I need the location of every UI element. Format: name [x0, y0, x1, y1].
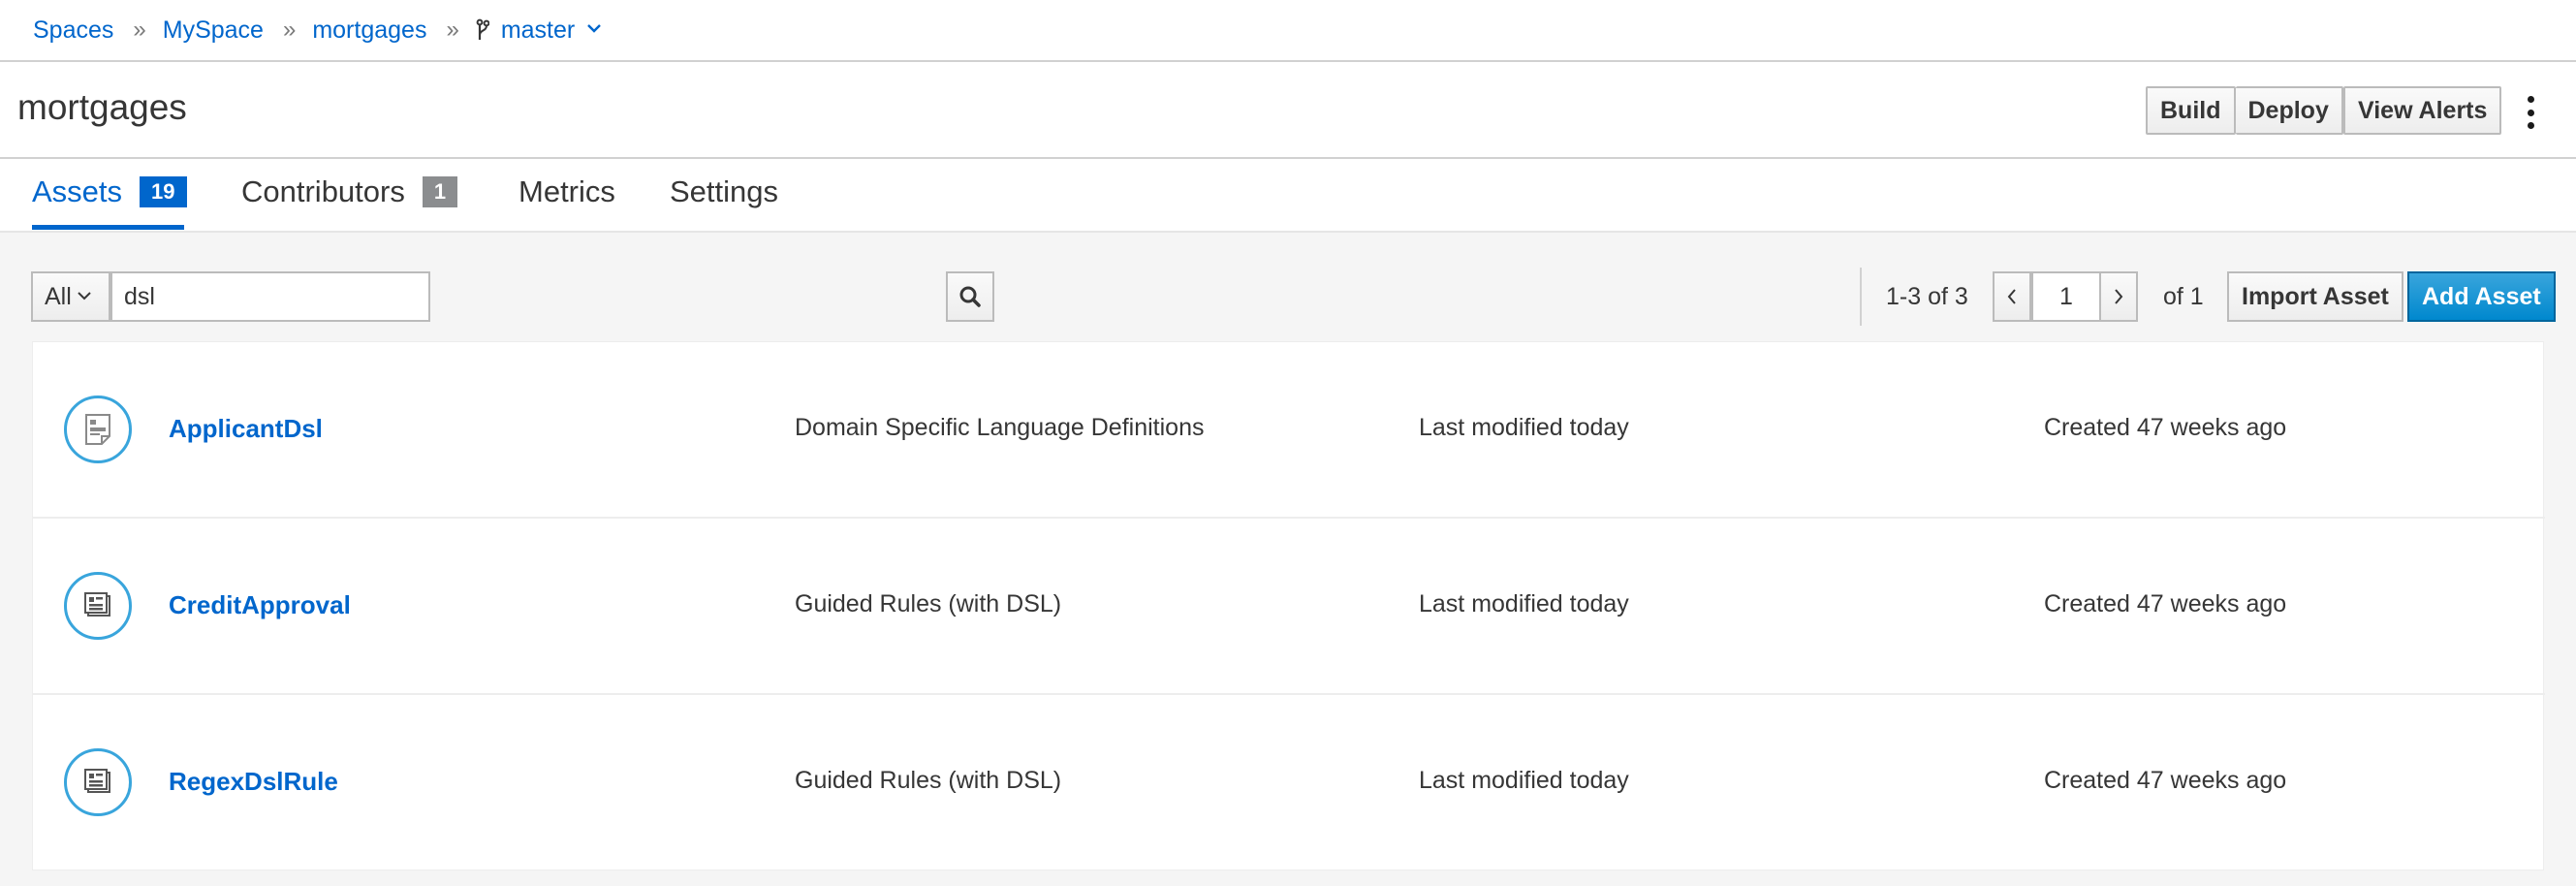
build-button[interactable]: Build: [2146, 86, 2236, 135]
asset-name-link[interactable]: ApplicantDsl: [169, 414, 323, 444]
page-total: of 1: [2163, 283, 2204, 310]
tab-contributors[interactable]: Contributors 1: [241, 174, 458, 209]
chevron-right-icon: [2115, 289, 2123, 304]
tab-metrics[interactable]: Metrics: [518, 174, 615, 209]
tab-label: Metrics: [518, 174, 615, 208]
branch-selector[interactable]: master: [476, 16, 602, 45]
asset-type: Guided Rules (with DSL): [795, 590, 1062, 617]
breadcrumb-separator-icon: »: [446, 16, 458, 43]
guided-rule-icon: [64, 572, 132, 640]
next-page-button[interactable]: [2099, 271, 2138, 322]
breadcrumb-separator-icon: »: [133, 16, 145, 43]
guided-rule-icon: [64, 748, 132, 816]
tab-label: Settings: [670, 174, 779, 208]
prev-page-button[interactable]: [1993, 271, 2031, 322]
breadcrumb-spaces[interactable]: Spaces: [33, 16, 113, 45]
asset-created: Created 47 weeks ago: [2044, 414, 2287, 441]
asset-modified: Last modified today: [1419, 767, 1629, 794]
chevron-down-icon: [78, 292, 91, 301]
build-deploy-group: Build Deploy: [2146, 86, 2343, 135]
search-input[interactable]: dsl: [110, 271, 430, 322]
asset-name-link[interactable]: RegexDslRule: [169, 767, 338, 797]
branch-name: master: [500, 16, 576, 44]
tab-settings[interactable]: Settings: [670, 174, 778, 209]
alerts-group: View Alerts: [2343, 86, 2502, 135]
tab-label: Assets: [32, 174, 123, 208]
breadcrumb: Spaces » MySpace » mortgages » master: [0, 0, 2576, 62]
active-tab-indicator: [32, 225, 184, 230]
tab-label: Contributors: [241, 174, 405, 208]
contributors-count-badge: 1: [422, 176, 458, 207]
view-alerts-button[interactable]: View Alerts: [2343, 86, 2502, 135]
breadcrumb-myspace[interactable]: MySpace: [163, 16, 264, 45]
page-title: mortgages: [17, 87, 187, 127]
asset-created: Created 47 weeks ago: [2044, 767, 2287, 794]
asset-created: Created 47 weeks ago: [2044, 590, 2287, 617]
breadcrumb-mortgages[interactable]: mortgages: [312, 16, 426, 45]
asset-name-link[interactable]: CreditApproval: [169, 590, 351, 620]
search-button[interactable]: [946, 271, 994, 322]
filter-dropdown[interactable]: All: [31, 271, 110, 322]
asset-modified: Last modified today: [1419, 414, 1629, 441]
asset-type: Domain Specific Language Definitions: [795, 414, 1205, 441]
search-icon: [959, 286, 981, 307]
asset-list: ApplicantDsl Domain Specific Language De…: [32, 341, 2545, 871]
asset-type: Guided Rules (with DSL): [795, 767, 1062, 794]
dsl-definition-icon: [64, 396, 132, 463]
import-asset-button[interactable]: Import Asset: [2227, 271, 2403, 322]
filter-value: All: [45, 282, 72, 310]
breadcrumb-separator-icon: »: [282, 16, 296, 43]
tab-assets[interactable]: Assets 19: [32, 174, 187, 209]
kebab-menu-icon[interactable]: [2516, 93, 2545, 132]
assets-count-badge: 19: [140, 176, 187, 207]
list-item[interactable]: ApplicantDsl Domain Specific Language De…: [33, 342, 2545, 519]
asset-modified: Last modified today: [1419, 590, 1629, 617]
code-branch-icon: [476, 18, 489, 40]
page-number-input[interactable]: 1: [2031, 271, 2101, 322]
result-count: 1-3 of 3: [1886, 283, 1968, 310]
add-asset-button[interactable]: Add Asset: [2407, 271, 2556, 322]
toolbar-divider: [1860, 268, 1862, 326]
chevron-down-icon: [587, 24, 602, 33]
list-item[interactable]: CreditApproval Guided Rules (with DSL) L…: [33, 519, 2545, 695]
deploy-button[interactable]: Deploy: [2235, 86, 2343, 135]
chevron-left-icon: [2007, 289, 2016, 304]
list-item[interactable]: RegexDslRule Guided Rules (with DSL) Las…: [33, 695, 2545, 871]
project-tabs: Assets 19 Contributors 1 Metrics Setting…: [0, 159, 2576, 231]
project-header: mortgages Build Deploy View Alerts: [0, 62, 2576, 159]
